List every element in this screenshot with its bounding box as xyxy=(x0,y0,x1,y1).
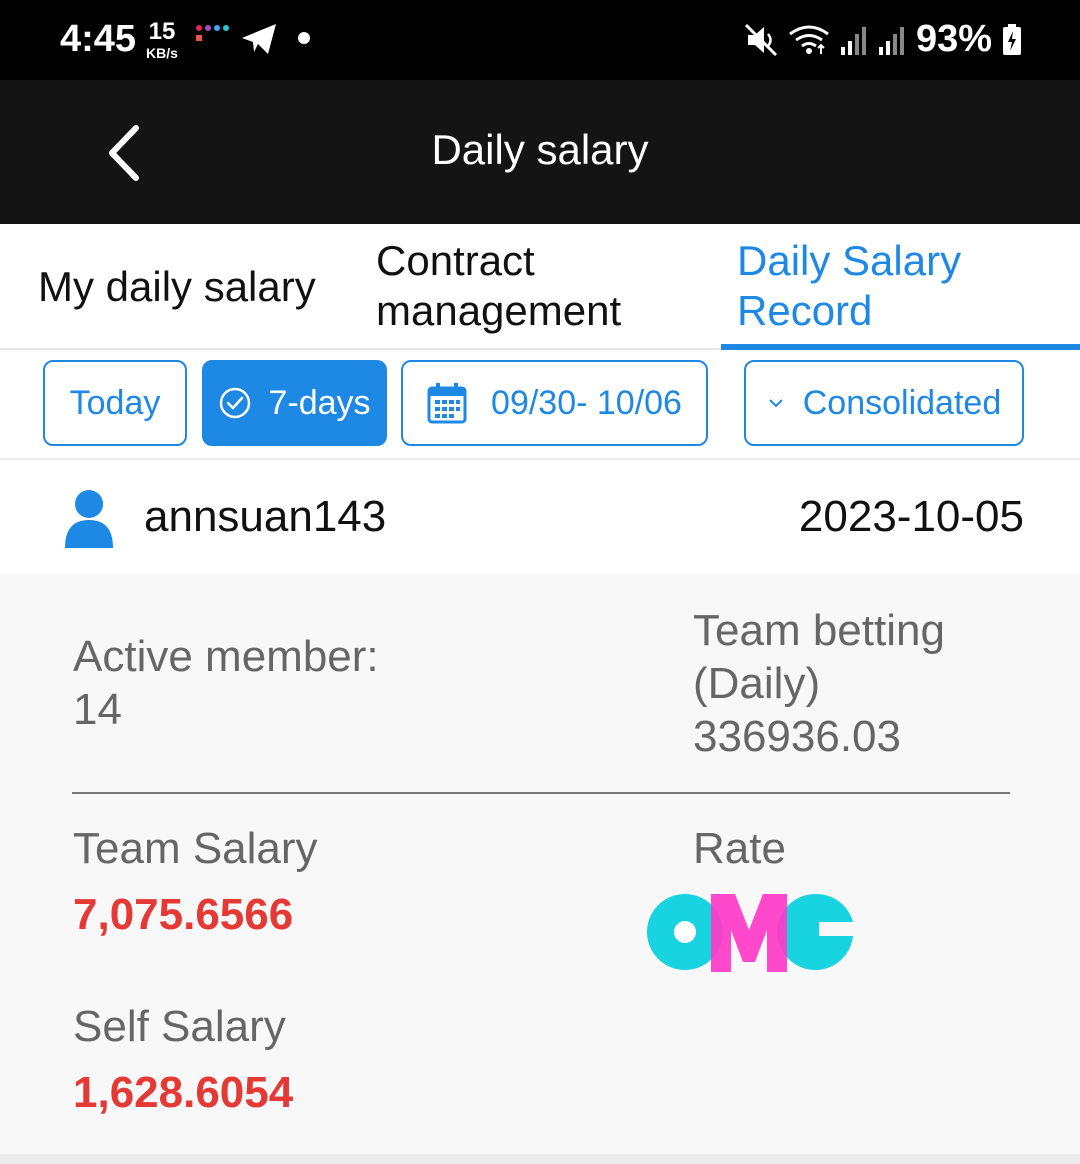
status-bar: 4:45 15 KB/s 93% xyxy=(0,0,1080,80)
self-salary-value: 1,628.6054 xyxy=(73,1068,294,1117)
tab-my-daily-salary[interactable]: My daily salary xyxy=(38,262,316,312)
tab-daily-salary-record[interactable]: Daily Salary Record xyxy=(737,236,1017,336)
team-betting-label: Team betting (Daily) xyxy=(693,606,945,708)
active-member-label: Active member: xyxy=(73,632,379,681)
filter-bar: Today 7-days 09/30- 10/06 Consolidated xyxy=(0,350,1080,460)
wifi-icon xyxy=(788,24,830,56)
page-title: Daily salary xyxy=(431,126,649,173)
notification-dot-icon xyxy=(298,32,310,44)
check-circle-icon xyxy=(220,387,251,419)
active-member-value: 14 xyxy=(73,685,122,734)
username: annsuan143 xyxy=(144,492,387,541)
seven-days-filter-label: 7-days xyxy=(268,383,371,422)
bottom-divider xyxy=(0,1154,1080,1164)
seven-days-filter-button[interactable]: 7-days xyxy=(202,360,387,446)
divider xyxy=(72,792,1010,794)
team-salary-label: Team Salary xyxy=(73,824,318,873)
network-speed-unit: KB/s xyxy=(146,45,178,61)
status-right-icons: 93% xyxy=(744,18,1022,61)
telegram-icon xyxy=(240,22,278,61)
rate-label: Rate xyxy=(693,824,786,873)
calendar-icon xyxy=(427,383,467,424)
signal-icon-2 xyxy=(878,25,906,55)
tab-contract-management[interactable]: Contract management xyxy=(376,236,676,336)
record-date: 2023-10-05 xyxy=(798,492,1024,541)
team-salary-value: 7,075.6566 xyxy=(73,890,294,939)
consolidated-dropdown[interactable]: Consolidated xyxy=(744,360,1024,446)
signal-icon-1 xyxy=(840,25,868,55)
battery-percent: 93% xyxy=(915,18,992,60)
date-range-picker[interactable]: 09/30- 10/06 xyxy=(401,360,708,446)
today-filter-button[interactable]: Today xyxy=(43,360,187,446)
battery-charging-icon xyxy=(1002,23,1022,56)
user-icon xyxy=(65,490,113,548)
record-header: annsuan143 2023-10-05 xyxy=(0,462,1080,574)
app-notification-icons xyxy=(195,24,229,51)
tab-bar: My daily salary Contract management Dail… xyxy=(0,224,1080,350)
date-range-label: 09/30- 10/06 xyxy=(491,383,682,422)
network-speed-value: 15 xyxy=(148,18,176,45)
app-bar: Daily salary xyxy=(0,80,1080,224)
omg-logo xyxy=(647,893,853,972)
status-time: 4:45 xyxy=(60,18,137,60)
chevron-down-icon xyxy=(769,399,783,408)
salary-record-card: Active member: 14 Team betting (Daily) 3… xyxy=(0,574,1080,1154)
self-salary-label: Self Salary xyxy=(73,1002,286,1051)
team-betting-value: 336936.03 xyxy=(693,712,901,761)
consolidated-label: Consolidated xyxy=(802,383,1002,422)
network-speed: 15 KB/s xyxy=(146,18,178,61)
today-filter-label: Today xyxy=(69,383,161,422)
mute-icon xyxy=(744,23,778,57)
